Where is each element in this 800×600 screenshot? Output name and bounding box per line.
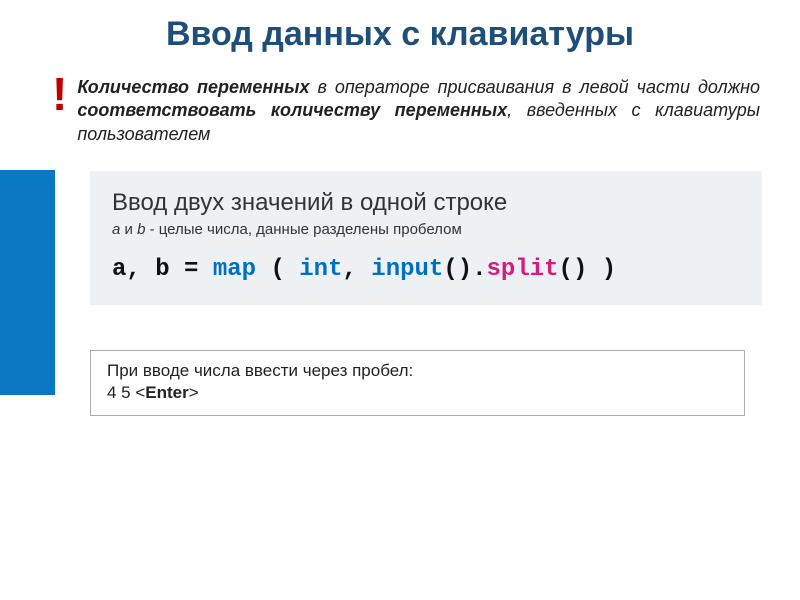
exclamation-icon: ! <box>52 71 67 117</box>
decorative-side-bar <box>0 170 55 395</box>
note-text: Количество переменных в операторе присва… <box>77 76 760 146</box>
code-p4: (). <box>443 256 486 283</box>
info-subtitle: a и b - целые числа, данные разделены пр… <box>112 221 740 238</box>
kw-input: input <box>371 256 443 283</box>
example-line2: 4 5 <Enter> <box>107 383 728 403</box>
page-title: Ввод данных с клавиатуры <box>0 0 800 66</box>
example-enter: Enter <box>145 383 188 402</box>
info-title: Ввод двух значений в одной строке <box>112 189 740 217</box>
example-prefix: 4 5 < <box>107 383 145 402</box>
kw-int: int <box>299 256 342 283</box>
code-p1: a, b = <box>112 256 213 283</box>
code-p2: ( <box>256 256 299 283</box>
note-row: ! Количество переменных в операторе прис… <box>52 76 760 146</box>
code-p5: () ) <box>559 256 617 283</box>
code-p3: , <box>342 256 371 283</box>
example-box: При вводе числа ввести через пробел: 4 5… <box>90 350 745 416</box>
note-part2: в операторе присваивания в левой части д… <box>310 77 760 97</box>
kw-map: map <box>213 256 256 283</box>
info-box: Ввод двух значений в одной строке a и b … <box>90 171 762 305</box>
example-line1: При вводе числа ввести через пробел: <box>107 361 728 381</box>
fn-split: split <box>487 256 559 283</box>
example-suffix: > <box>189 383 199 402</box>
note-bold-2: соответствовать количеству переменных <box>77 100 507 120</box>
note-bold-1: Количество переменных <box>77 77 309 97</box>
code-line: a, b = map ( int, input().split() ) <box>112 256 740 283</box>
sub-rest: - целые числа, данные разделены пробелом <box>145 221 461 238</box>
sub-and: и <box>120 221 137 238</box>
